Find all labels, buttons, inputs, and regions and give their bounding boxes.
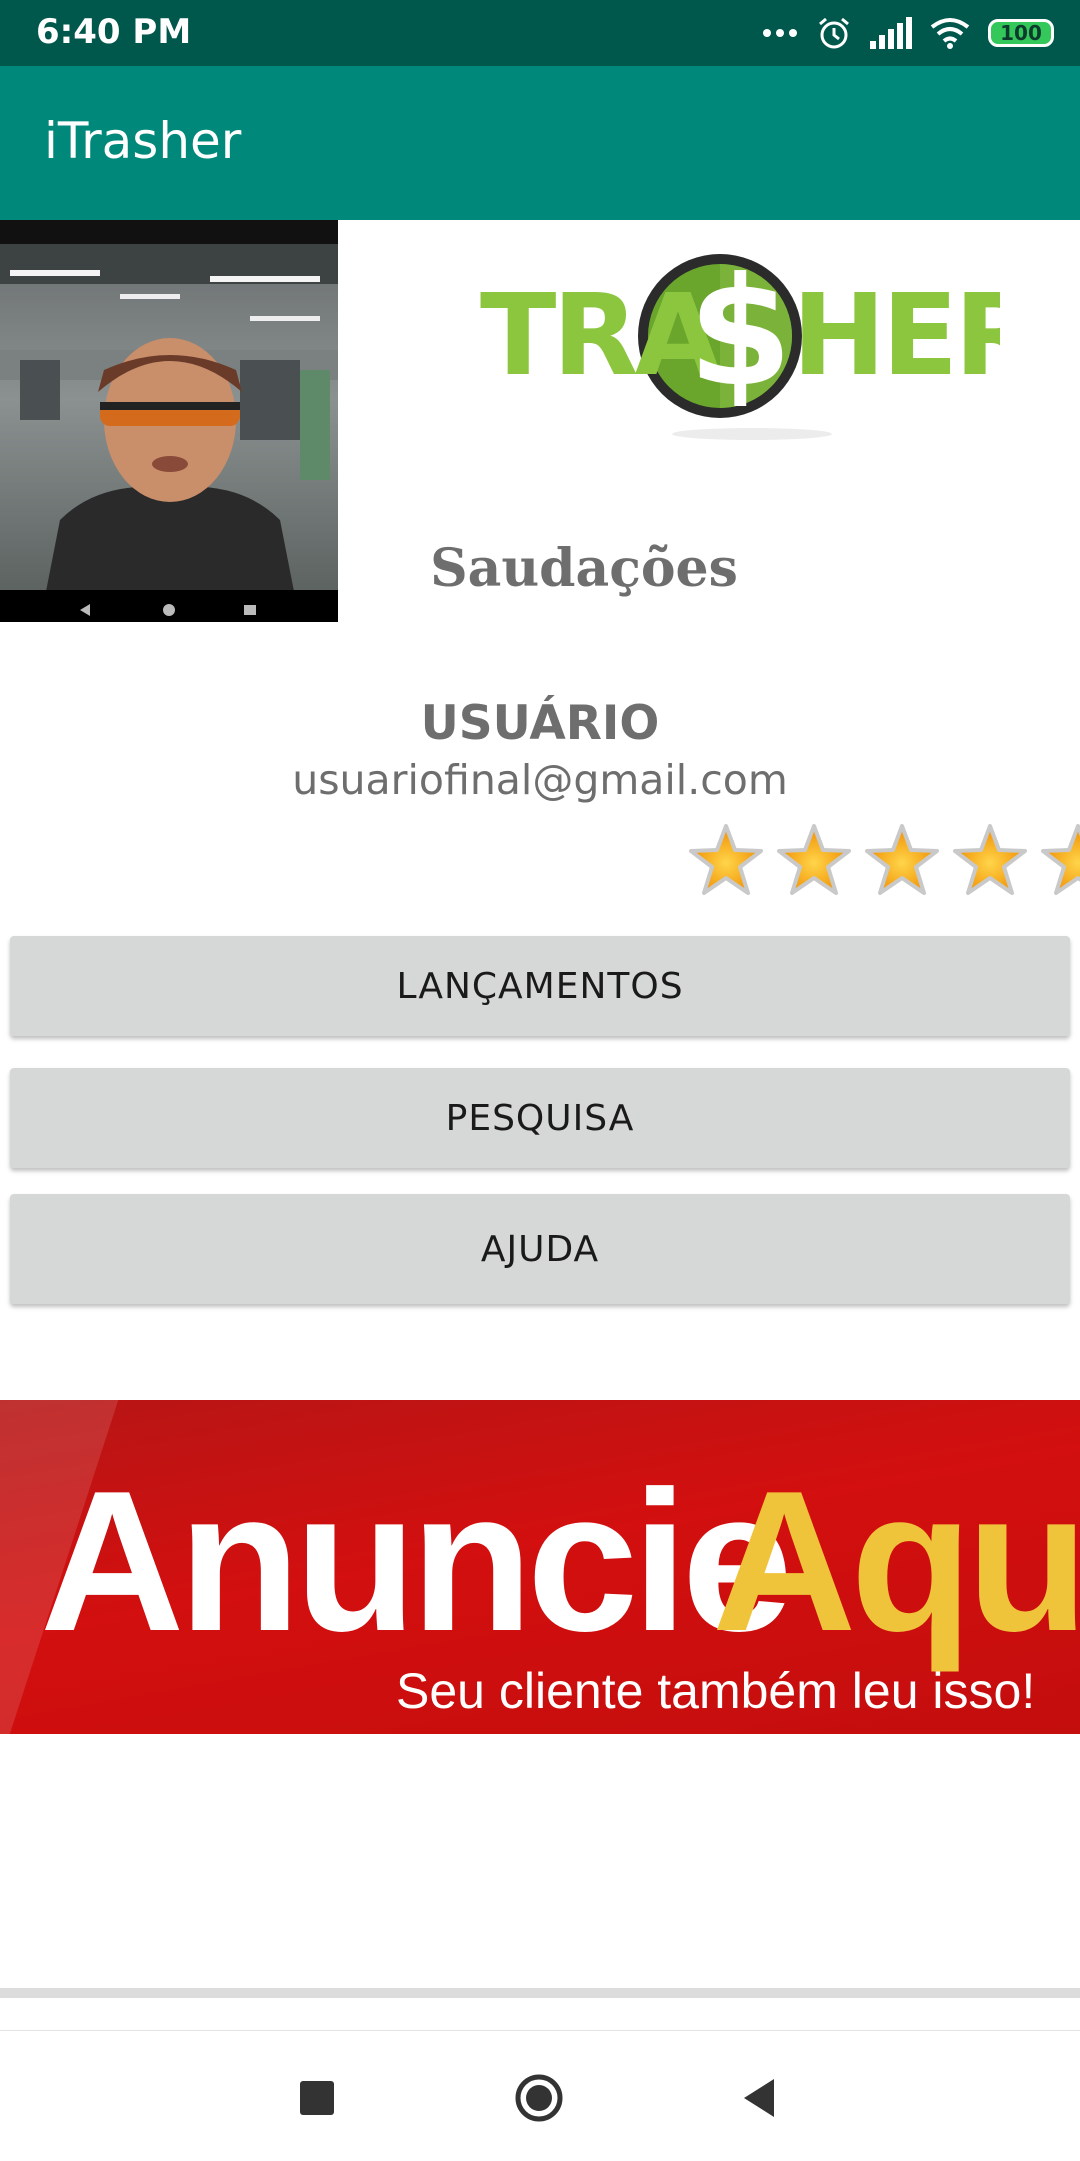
star-icon[interactable] (686, 820, 766, 900)
more-dots-icon (763, 29, 797, 37)
logo-text-right: HER (792, 271, 1000, 401)
home-circle-icon[interactable] (514, 2073, 564, 2123)
ad-banner[interactable]: Anuncie Aqui Seu cliente também leu isso… (0, 1400, 1080, 1734)
star-icon[interactable] (774, 820, 854, 900)
status-time: 6:40 PM (36, 12, 192, 52)
app-title: iTrasher (44, 112, 242, 170)
star-icon[interactable] (862, 820, 942, 900)
ad-headline-word1: Anuncie (40, 1450, 793, 1673)
status-icons: 100 (762, 12, 1054, 54)
star-icon[interactable] (950, 820, 1030, 900)
alarm-icon (819, 17, 849, 49)
search-button[interactable]: PESQUISA (10, 1068, 1070, 1168)
ad-headline-word2: Aqui (712, 1450, 1080, 1673)
ad-subtitle: Seu cliente também leu isso! (396, 1663, 1036, 1719)
back-triangle-icon[interactable] (736, 2073, 786, 2123)
signal-icon (870, 17, 912, 49)
help-button[interactable]: AJUDA (10, 1194, 1070, 1304)
wifi-icon (930, 18, 970, 49)
rating-stars[interactable] (686, 820, 1080, 900)
releases-button[interactable]: LANÇAMENTOS (10, 936, 1070, 1036)
divider (0, 1988, 1080, 1998)
system-nav-bar (0, 2030, 1080, 2161)
trasher-logo: TRA $ HER (480, 244, 1042, 444)
logo-text-left: TRA (480, 271, 722, 401)
app-bar: iTrasher (0, 66, 1080, 220)
greeting-text: Saudações (430, 538, 738, 599)
battery-icon: 100 (988, 19, 1054, 47)
user-email: usuariofinal@gmail.com (292, 756, 788, 804)
recents-square-icon[interactable] (292, 2073, 342, 2123)
star-icon[interactable] (1038, 820, 1080, 900)
username: USUÁRIO (420, 696, 660, 751)
status-bar: 6:40 PM 100 (0, 0, 1080, 66)
logo-dollar-sign: $ (688, 246, 792, 420)
